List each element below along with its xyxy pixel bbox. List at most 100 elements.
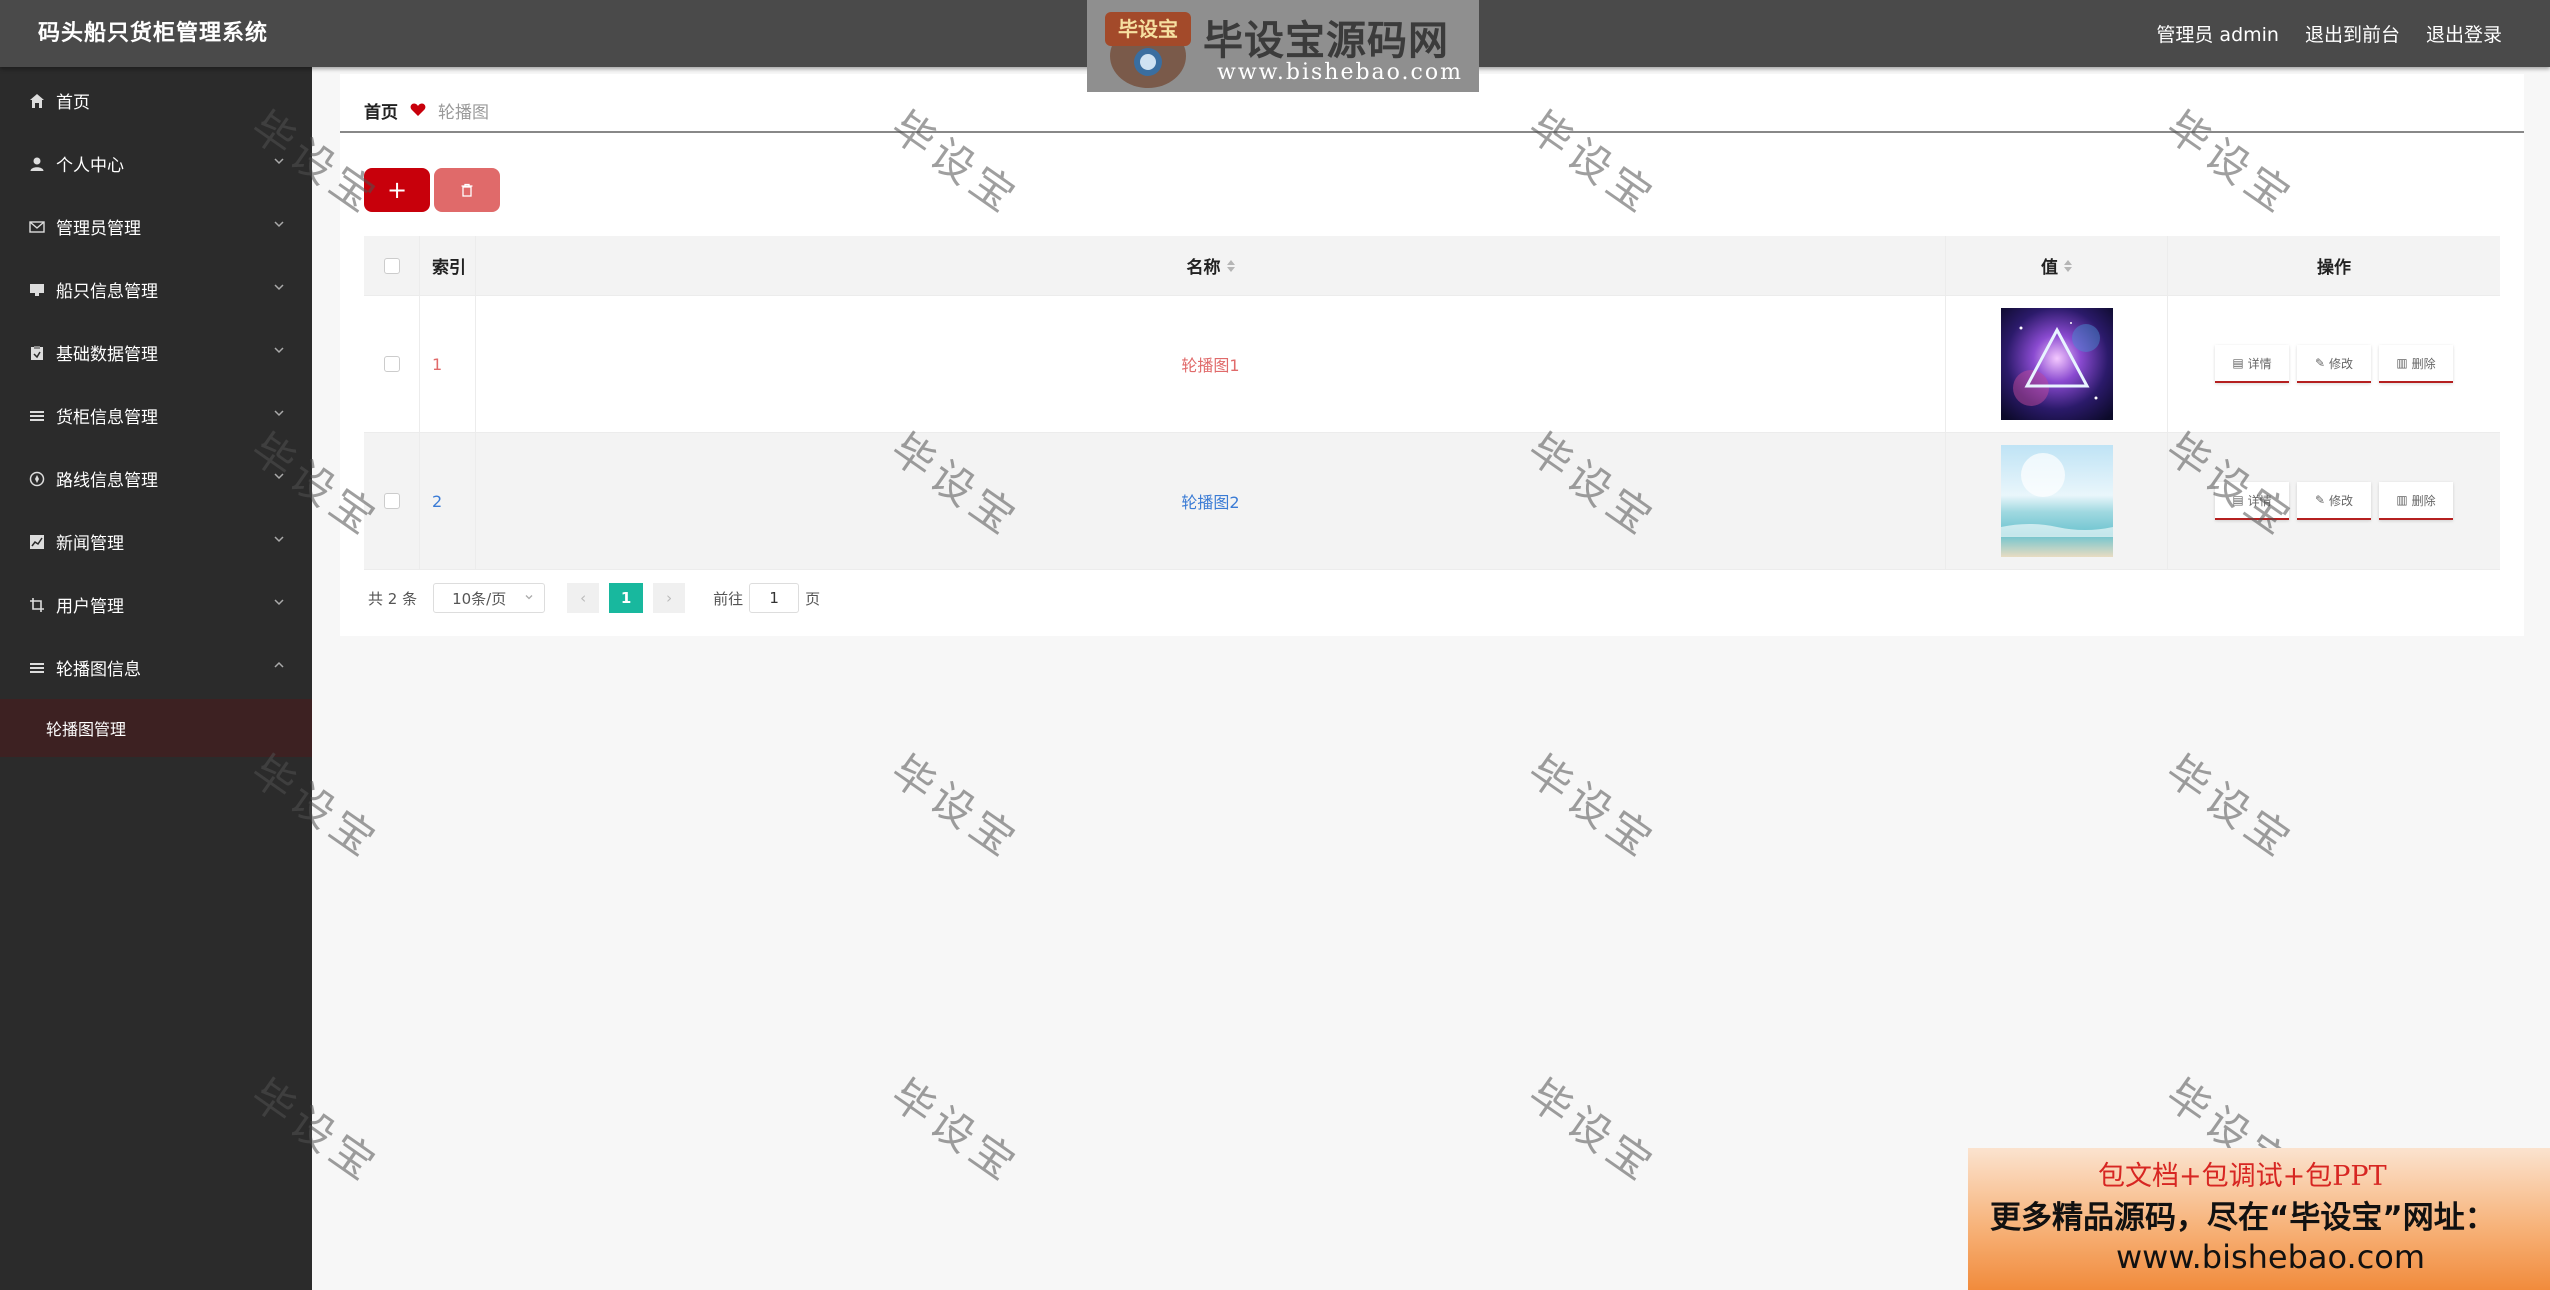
sidebar-item-personal-center[interactable]: 个人中心 [0,132,312,195]
monitor-icon [28,281,46,299]
detail-button-label: 详情 [2247,356,2272,371]
breadcrumb-current: 轮播图 [438,102,489,123]
row-name: 轮播图2 [476,433,1946,569]
exit-to-front-link[interactable]: 退出到前台 [2305,20,2400,47]
sidebar-item-carousel-info[interactable]: 轮播图信息 [0,636,312,699]
breadcrumb-home[interactable]: 首页 [364,98,398,123]
row-index: 2 [420,433,476,569]
detail-button-label: 详情 [2247,493,2272,508]
chevron-down-icon [274,410,284,417]
watermark-text: 毕设宝 [1519,1069,1666,1193]
delete-button-label: 删除 [2411,356,2436,371]
delete-button[interactable]: ▥ 删除 [2379,482,2453,520]
carousel-thumbnail-galaxy[interactable] [2000,308,2113,420]
sidebar-item-home[interactable]: 首页 [0,69,312,132]
sidebar-item-ship-management[interactable]: 船只信息管理 [0,258,312,321]
crop-icon [28,596,46,614]
carousel-thumbnail-beach[interactable] [2000,445,2113,557]
chevron-down-icon [274,158,284,165]
main-panel: 首页 轮播图 + 索引 名称 值 操作 1 轮播图1 ▤ 详情 ✎ 修改 ▥ 删… [340,74,2524,636]
logo-name: 毕设宝源码网 [1203,18,1449,64]
trash-icon: ▥ [2396,356,2408,370]
goto-page-input[interactable] [749,583,800,613]
list-icon [28,659,46,677]
watermark-text: 毕设宝 [2157,745,2304,869]
user-icon [28,155,46,173]
logout-link[interactable]: 退出登录 [2426,20,2502,47]
watermark-text: 毕设宝 [1519,745,1666,869]
row-ops-cell: ▤ 详情 ✎ 修改 ▥ 删除 [2168,296,2500,432]
row-checkbox[interactable] [383,493,400,509]
prev-page-button[interactable]: ‹ [567,583,600,613]
sidebar-item-basic-data[interactable]: 基础数据管理 [0,321,312,384]
app-title: 码头船只货柜管理系统 [38,21,269,46]
sort-icon[interactable] [1226,259,1235,272]
header-checkbox-cell [364,236,420,295]
chevron-down-icon [274,473,284,480]
batch-delete-button[interactable] [434,168,500,212]
data-table: 索引 名称 值 操作 1 轮播图1 ▤ 详情 ✎ 修改 ▥ 删除 2 轮播图2 … [364,236,2500,570]
watermark-text: 毕设宝 [882,745,1029,869]
trash-icon [461,183,473,197]
document-icon: ▤ [2232,356,2244,370]
logo-badge-icon: 毕设宝 [1105,12,1191,88]
table-header-row: 索引 名称 值 操作 [364,236,2500,296]
sidebar-item-route-management[interactable]: 路线信息管理 [0,447,312,510]
sort-icon[interactable] [2064,259,2072,272]
clipboard-icon [28,344,46,362]
header-value[interactable]: 值 [1946,236,2168,295]
list-icon [28,407,46,425]
detail-button[interactable]: ▤ 详情 [2215,482,2289,520]
sidebar-item-label: 用户管理 [56,597,124,617]
select-all-checkbox[interactable] [383,257,400,274]
sidebar-item-label: 个人中心 [56,156,124,176]
trash-icon: ▥ [2396,493,2408,507]
header-name[interactable]: 名称 [476,236,1946,295]
pencil-icon: ✎ [2314,356,2326,370]
row-index: 1 [420,296,476,432]
detail-button[interactable]: ▤ 详情 [2215,345,2289,383]
mail-icon [28,218,46,236]
chevron-down-icon [274,284,284,291]
promo-ad-box: 包文档+包调试+包PPT 更多精品源码，尽在“毕设宝”网址： www.bishe… [1968,1148,2550,1290]
sidebar-item-news-management[interactable]: 新闻管理 [0,510,312,573]
document-icon: ▤ [2232,493,2244,507]
sidebar-subitem-carousel-management[interactable]: 轮播图管理 [0,699,312,757]
breadcrumb: 首页 轮播图 [364,94,489,126]
edit-button-label: 修改 [2329,493,2354,508]
chevron-down-icon [525,595,533,600]
page-size-select[interactable]: 10条/页 [433,583,546,613]
logo-url: www.bishebao.com [1217,60,1463,85]
ad-line-url: www.bishebao.com [2116,1238,2426,1276]
chevron-up-icon [274,661,284,668]
header-value-label: 值 [2041,258,2058,278]
sidebar-item-admin-management[interactable]: 管理员管理 [0,195,312,258]
delete-button[interactable]: ▥ 删除 [2379,345,2453,383]
ad-line-services: 包文档+包调试+包PPT [2098,1161,2387,1192]
admin-user-label[interactable]: 管理员 admin [2156,20,2279,47]
add-button[interactable]: + [364,168,430,212]
chevron-left-icon: ‹ [580,589,587,607]
sidebar-item-label: 新闻管理 [56,534,124,554]
row-ops-cell: ▤ 详情 ✎ 修改 ▥ 删除 [2168,433,2500,569]
pagination: 共 2 条 10条/页 ‹ 1 › 前往 页 [368,582,820,614]
sidebar-item-label: 基础数据管理 [56,345,158,365]
pagination-total: 共 2 条 [368,589,418,608]
logo-badge-text: 毕设宝 [1118,17,1178,41]
edit-button-label: 修改 [2329,356,2354,371]
sidebar-item-container-management[interactable]: 货柜信息管理 [0,384,312,447]
edit-button[interactable]: ✎ 修改 [2297,482,2371,520]
sidebar: 首页 个人中心 管理员管理 船只信息管理 基础数据管理 货柜信息管理 路线信息管… [0,67,312,1290]
sidebar-item-label: 货柜信息管理 [56,408,158,428]
next-page-button[interactable]: › [653,583,686,613]
row-checkbox[interactable] [383,356,400,372]
goto-prefix: 前往 [713,589,744,608]
sidebar-item-label: 路线信息管理 [56,471,158,491]
chevron-down-icon [274,599,284,606]
page-number-1[interactable]: 1 [609,583,644,613]
sidebar-item-label: 船只信息管理 [56,282,158,302]
edit-button[interactable]: ✎ 修改 [2297,345,2371,383]
home-icon [28,92,46,110]
logo-watermark-banner: 毕设宝 毕设宝源码网 www.bishebao.com [1087,0,1479,92]
sidebar-item-user-management[interactable]: 用户管理 [0,573,312,636]
